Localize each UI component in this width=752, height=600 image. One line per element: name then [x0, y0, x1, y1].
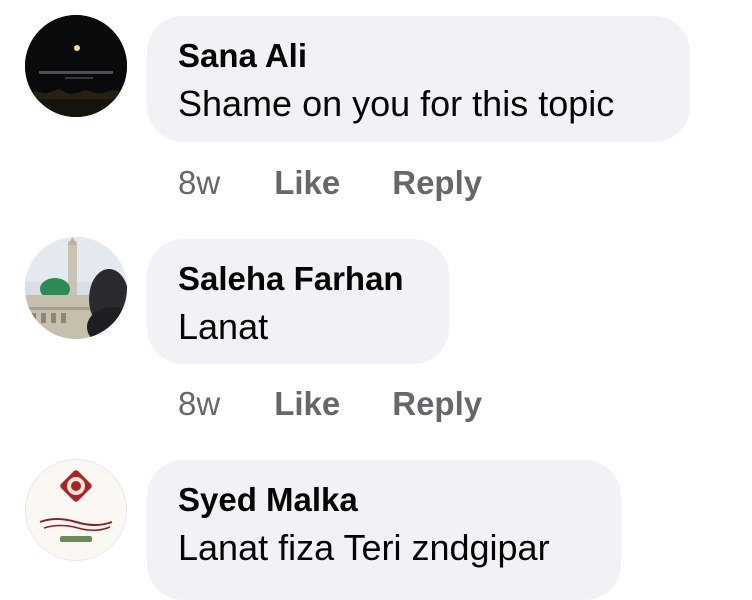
comment-author[interactable]: Syed Malka [178, 481, 358, 519]
calligraphy-emblem-icon [26, 460, 126, 560]
comment-text: Lanat fiza Teri zndgipar [178, 527, 550, 568]
comment-3: Syed Malka Lanat fiza Teri zndgipar [0, 0, 752, 600]
avatar[interactable] [25, 459, 127, 561]
comment-bubble: Syed Malka Lanat fiza Teri zndgipar [147, 460, 621, 600]
